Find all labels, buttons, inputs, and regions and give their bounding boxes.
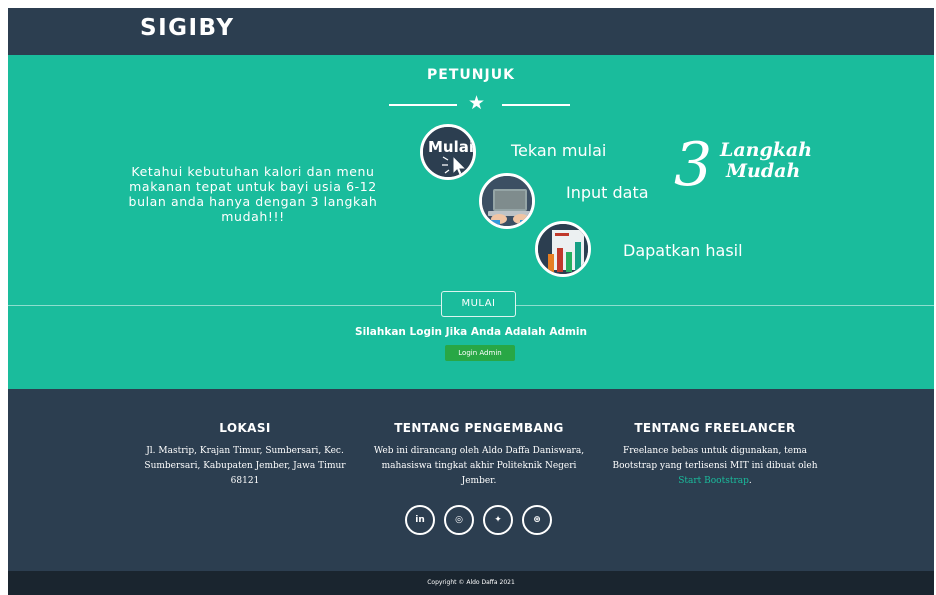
- tagline-text: Langkah Mudah: [720, 140, 812, 182]
- laptop-typing-icon: [479, 173, 535, 229]
- dribbble-icon[interactable]: ⊛: [522, 505, 552, 535]
- login-admin-button[interactable]: Login Admin: [445, 345, 515, 361]
- hero-section: PETUNJUK ★ Ketahui kebutuhan kalori dan …: [8, 55, 934, 389]
- navbar: SIGIBY: [8, 8, 934, 55]
- hero-description: Ketahui kebutuhan kalori dan menu makana…: [128, 164, 378, 224]
- divider-line-right: [502, 104, 570, 106]
- freelancer-text-after: .: [748, 476, 752, 486]
- admin-prompt: Silahkan Login Jika Anda Adalah Admin: [355, 326, 587, 338]
- start-bootstrap-link[interactable]: Start Bootstrap: [678, 476, 749, 486]
- freelancer-text: Freelance bebas untuk digunakan, tema Bo…: [600, 444, 830, 489]
- footer: LOKASI Jl. Mastrip, Krajan Timur, Sumber…: [8, 389, 934, 571]
- freelancer-text-before: Freelance bebas untuk digunakan, tema Bo…: [612, 446, 818, 471]
- footer-freelancer: TENTANG FREELANCER Freelance bebas untuk…: [600, 421, 830, 489]
- copyright-text: Copyright © Aldo Daffa 2021: [427, 579, 515, 586]
- mulai-button[interactable]: MULAI: [441, 291, 516, 317]
- step-1-label: Tekan mulai: [511, 141, 607, 160]
- copyright-bar: Copyright © Aldo Daffa 2021: [8, 571, 934, 595]
- developer-heading: TENTANG PENGEMBANG: [394, 421, 564, 435]
- instagram-icon[interactable]: ◎: [444, 505, 474, 535]
- tagline-number: 3: [674, 130, 713, 200]
- brand-logo[interactable]: SIGIBY: [140, 15, 235, 41]
- mulai-cursor-icon: Mulai: [420, 124, 476, 180]
- star-icon: ★: [468, 92, 486, 114]
- tagline-word-2: Mudah: [726, 160, 801, 182]
- hero-title: PETUNJUK: [427, 67, 515, 83]
- twitter-icon[interactable]: ✦: [483, 505, 513, 535]
- location-text: Jl. Mastrip, Krajan Timur, Sumbersari, K…: [144, 446, 346, 486]
- mulai-icon-text: Mulai: [428, 138, 474, 156]
- star-divider: ★: [8, 92, 934, 115]
- developer-text: Web ini dirancang oleh Aldo Daffa Danisw…: [373, 446, 585, 486]
- page: SIGIBY PETUNJUK ★ Ketahui kebutuhan kalo…: [8, 8, 934, 595]
- tagline-word-1: Langkah: [720, 139, 813, 161]
- location-heading: LOKASI: [219, 421, 271, 435]
- step-2-label: Input data: [566, 183, 649, 202]
- footer-location: LOKASI Jl. Mastrip, Krajan Timur, Sumber…: [130, 421, 360, 489]
- footer-developer: TENTANG PENGEMBANG Web ini dirancang ole…: [364, 421, 594, 489]
- freelancer-heading: TENTANG FREELANCER: [634, 421, 796, 435]
- linkedin-icon[interactable]: in: [405, 505, 435, 535]
- divider-line-left: [389, 104, 457, 106]
- step-3-label: Dapatkan hasil: [623, 241, 743, 260]
- bar-chart-icon: [535, 221, 591, 277]
